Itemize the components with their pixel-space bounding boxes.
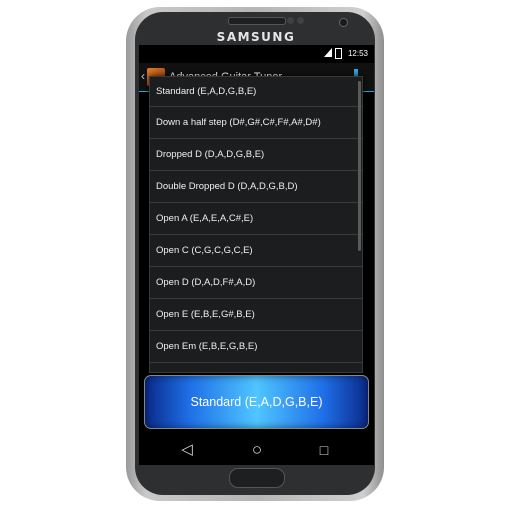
proximity-sensor — [287, 17, 294, 24]
hardware-home-key[interactable] — [229, 468, 285, 488]
front-camera — [339, 18, 348, 27]
signal-icon — [324, 48, 332, 57]
battery-icon — [335, 48, 342, 59]
dropdown-item[interactable]: Open Em (E,B,E,G,B,E) — [150, 331, 362, 363]
light-sensor — [297, 17, 304, 24]
screen: 12:53 ‹ Advanced Guitar Tuner F y Standa… — [139, 45, 374, 435]
nav-bar: ◁ ○ □ — [139, 435, 374, 465]
dropdown-scrollbar[interactable] — [358, 81, 361, 251]
dropdown-item[interactable]: Down a half step (D#,G#,C#,F#,A#,D#) — [150, 107, 362, 139]
home-icon[interactable]: ○ — [237, 435, 277, 465]
tuning-select-button[interactable]: Standard (E,A,D,G,B,E) — [144, 375, 369, 429]
back-icon[interactable]: ◁ — [167, 435, 207, 465]
brand-logo: SAMSUNG — [216, 30, 296, 44]
dropdown-item[interactable]: Open A (E,A,E,A,C#,E) — [150, 203, 362, 235]
status-time: 12:53 — [347, 49, 368, 58]
earpiece-speaker — [228, 17, 286, 25]
up-caret-icon[interactable]: ‹ — [141, 69, 145, 83]
dropdown-item[interactable]: Dropped D (D,A,D,G,B,E) — [150, 139, 362, 171]
recents-icon[interactable]: □ — [304, 435, 344, 465]
tuning-dropdown-list[interactable]: Standard (E,A,D,G,B,E) Down a half step … — [149, 76, 363, 373]
dropdown-item[interactable]: Open E (E,B,E,G#,B,E) — [150, 299, 362, 331]
dropdown-item[interactable]: Double Dropped D (D,A,D,G,B,D) — [150, 171, 362, 203]
dropdown-item[interactable]: Open C (C,G,C,G,C,E) — [150, 235, 362, 267]
status-bar: 12:53 — [139, 45, 374, 63]
dropdown-item[interactable]: Standard (E,A,D,G,B,E) — [150, 77, 362, 107]
dropdown-item[interactable]: Open D (D,A,D,F#,A,D) — [150, 267, 362, 299]
